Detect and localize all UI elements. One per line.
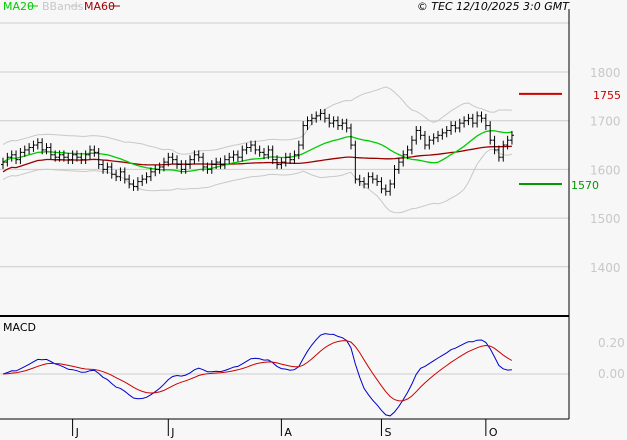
copyright-timestamp: © TEC 12/10/2025 3:0 GMT xyxy=(417,0,570,13)
resistance-label: 1755 xyxy=(593,89,621,102)
price-tick-label: 1800 xyxy=(590,66,621,80)
month-label: O xyxy=(489,426,498,439)
chart: 1400 1500 1600 1700 1800 1755 1570 0.00 0.20 J J A S… xyxy=(0,0,625,439)
month-label: A xyxy=(284,426,292,439)
gridlines xyxy=(0,22,569,268)
ma20-line xyxy=(2,130,512,173)
macd-label: MACD xyxy=(3,321,36,334)
support-label: 1570 xyxy=(571,179,599,192)
macd-line xyxy=(2,333,512,417)
macd-tick-label: 0.20 xyxy=(598,336,625,350)
macd-signal-line xyxy=(2,340,513,402)
price-tick-label: 1600 xyxy=(590,163,621,177)
month-label: S xyxy=(384,426,391,439)
moving-averages xyxy=(2,130,512,173)
macd-lines xyxy=(0,333,569,417)
price-levels xyxy=(519,92,562,186)
price-tick-label: 1500 xyxy=(590,212,621,226)
bollinger-bands xyxy=(2,86,513,214)
macd-tick-label: 0.00 xyxy=(598,367,625,381)
price-bars xyxy=(1,109,514,196)
price-tick-label: 1700 xyxy=(590,115,621,129)
month-label: J xyxy=(75,426,79,439)
price-tick-label: 1400 xyxy=(590,261,621,275)
month-label: J xyxy=(170,426,174,439)
